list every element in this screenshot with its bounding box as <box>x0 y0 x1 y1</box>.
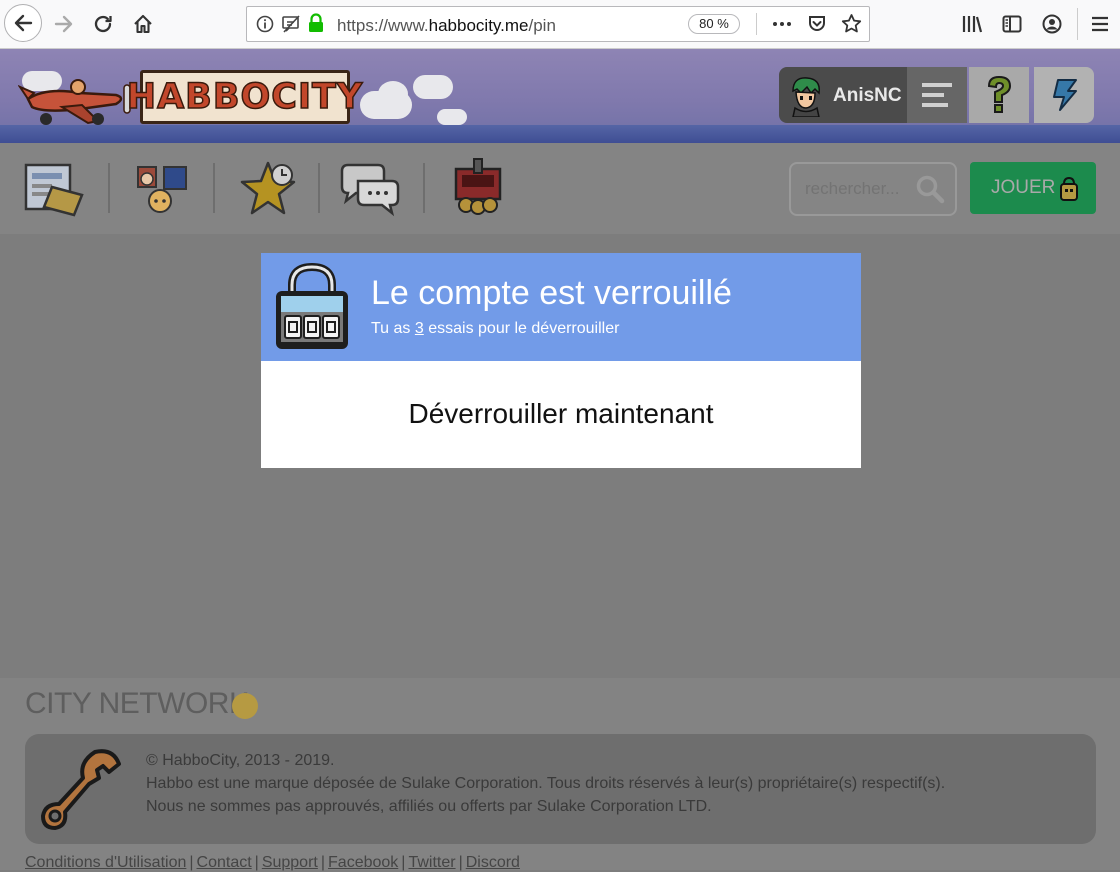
wrench-icon <box>41 749 121 830</box>
footer-link-terms[interactable]: Conditions d'Utilisation <box>25 854 186 871</box>
link-separator: | <box>401 854 406 871</box>
main-navigation: JOUER <box>0 143 1120 234</box>
cloud-decoration <box>378 81 408 107</box>
url-bar[interactable]: https://www.habbocity.me/pin 80 % <box>246 6 870 42</box>
more-actions-icon[interactable] <box>771 15 793 33</box>
lock-icon[interactable] <box>307 13 325 33</box>
footer-trademark: Habbo est une marque déposée de Sulake C… <box>146 775 946 792</box>
nav-separator <box>108 163 110 213</box>
site-header: HABBOCITY AnisNC <box>0 49 1120 143</box>
url-bar-divider <box>756 13 757 35</box>
library-icon <box>962 16 983 33</box>
bookmark-star-icon[interactable] <box>841 13 862 34</box>
airplane-icon <box>18 79 131 125</box>
url-text[interactable]: https://www.habbocity.me/pin <box>337 16 556 36</box>
network-title: CITY NETWORK <box>25 687 249 720</box>
footer-copyright: © HabboCity, 2013 - 2019. <box>146 752 335 769</box>
nav-community-icon[interactable] <box>130 157 194 219</box>
footer-links: Conditions d'Utilisation | Contact | Support… <box>25 854 520 872</box>
link-separator: | <box>254 854 259 871</box>
menu-lines-icon <box>922 83 952 107</box>
dialog-header: Le compte est verrouillé Tu as 3 essais … <box>261 253 861 361</box>
nav-separator <box>423 163 425 213</box>
nav-events-icon[interactable] <box>236 157 300 219</box>
header-stripe <box>0 125 1120 143</box>
username: AnisNC <box>833 85 902 106</box>
user-avatar-icon <box>792 77 820 117</box>
footer-link-support[interactable]: Support <box>262 854 318 871</box>
footer-link-twitter[interactable]: Twitter <box>408 854 455 871</box>
nav-shop-icon[interactable] <box>446 157 510 219</box>
sidebar-icon <box>1002 15 1022 33</box>
dialog-title: Le compte est verrouillé <box>371 274 732 312</box>
footer-card: © HabboCity, 2013 - 2019. Habbo est une … <box>25 734 1096 844</box>
footer-disclaimer: Nous ne sommes pas approuvés, affiliés o… <box>146 798 712 815</box>
play-button[interactable]: JOUER <box>970 162 1096 214</box>
site-footer: CITY NETWORK © HabboCity, 2013 - 2019. H… <box>0 678 1120 872</box>
home-icon <box>134 14 152 34</box>
search-box <box>789 162 957 216</box>
footer-link-facebook[interactable]: Facebook <box>328 854 398 871</box>
info-icon[interactable] <box>256 15 274 33</box>
forward-button[interactable] <box>48 8 80 40</box>
browser-toolbar: https://www.habbocity.me/pin 80 % <box>0 0 1120 49</box>
link-separator: | <box>458 854 463 871</box>
hamburger-menu-icon <box>1092 16 1108 32</box>
site-logo[interactable]: HABBOCITY <box>126 70 363 124</box>
account-icon <box>1042 14 1062 34</box>
permissions-icon[interactable] <box>281 14 301 34</box>
library-button[interactable] <box>956 8 988 40</box>
padlock-icon <box>276 262 348 349</box>
logo-text: HABBOCITY <box>126 76 364 118</box>
arrow-right-icon <box>54 15 73 33</box>
user-profile-button[interactable]: AnisNC <box>779 67 907 123</box>
account-button[interactable] <box>1036 8 1068 40</box>
arrow-left-icon <box>14 14 33 32</box>
link-separator: | <box>189 854 194 871</box>
link-separator: | <box>320 854 326 871</box>
nav-separator <box>318 163 320 213</box>
help-button[interactable] <box>969 67 1029 123</box>
toolbar-divider <box>1077 8 1078 40</box>
play-button-label: JOUER <box>991 177 1056 198</box>
network-dot <box>232 693 258 719</box>
unlock-now-button[interactable]: Déverrouiller maintenant <box>261 398 861 430</box>
back-button[interactable] <box>4 4 42 42</box>
question-mark-icon <box>987 75 1012 113</box>
reload-icon <box>94 15 112 33</box>
search-icon[interactable] <box>915 174 945 204</box>
dialog-subtitle: Tu as 3 essais pour le déverrouiller <box>371 320 620 337</box>
search-input[interactable] <box>803 174 917 204</box>
footer-link-discord[interactable]: Discord <box>466 854 520 871</box>
logout-button[interactable] <box>1034 67 1094 123</box>
menu-toggle-button[interactable] <box>907 67 967 123</box>
zoom-level-badge[interactable]: 80 % <box>688 14 740 34</box>
lightning-icon <box>1053 79 1077 111</box>
hotel-icon <box>1060 176 1078 201</box>
cloud-decoration <box>413 75 453 99</box>
menu-button[interactable] <box>1084 8 1116 40</box>
nav-news-icon[interactable] <box>22 157 86 219</box>
locked-account-dialog: Le compte est verrouillé Tu as 3 essais … <box>261 253 861 468</box>
pocket-icon[interactable] <box>807 14 827 34</box>
footer-link-contact[interactable]: Contact <box>197 854 252 871</box>
cloud-decoration <box>437 109 467 125</box>
nav-forum-icon[interactable] <box>338 157 402 219</box>
home-button[interactable] <box>127 8 159 40</box>
attempts-count: 3 <box>414 320 424 337</box>
reload-button[interactable] <box>87 8 119 40</box>
nav-separator <box>213 163 215 213</box>
sidebar-toggle-button[interactable] <box>996 8 1028 40</box>
